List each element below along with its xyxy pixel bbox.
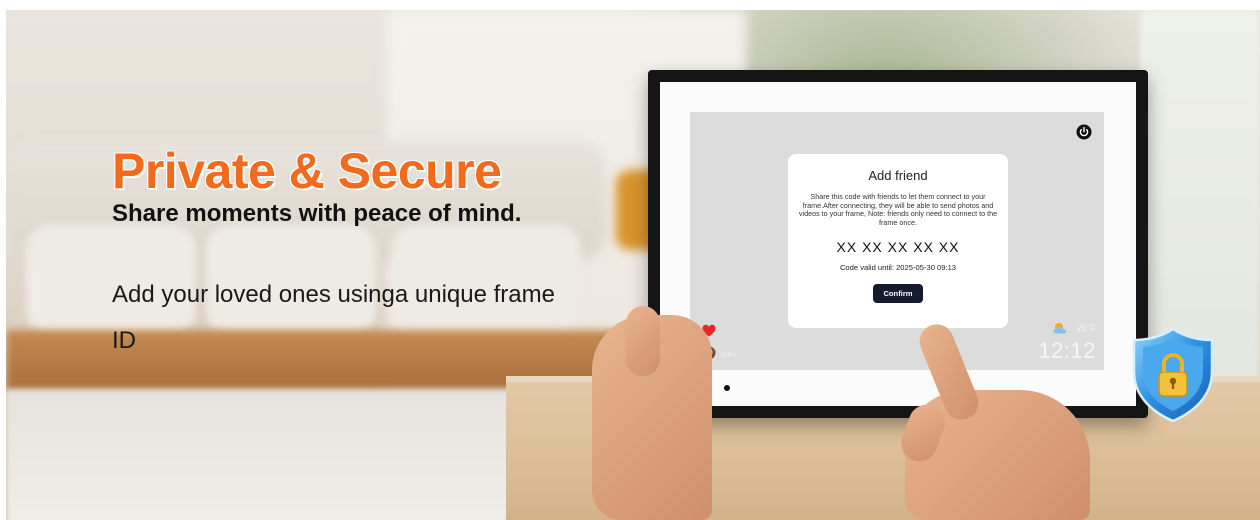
confirm-button[interactable]: Confirm — [873, 284, 923, 304]
temperature-readout: 26°F — [1076, 323, 1096, 333]
code-valid-until: Code valid until: 2025-05-30 09:13 — [839, 263, 957, 273]
add-friend-dialog: Add friend Share this code with friends … — [788, 154, 1008, 328]
left-thumb — [626, 306, 660, 376]
frame-screen: Add friend Share this code with friends … — [690, 112, 1104, 370]
headline-title: Private & Secure — [112, 143, 502, 199]
partly-cloudy-icon — [1053, 323, 1066, 334]
frame-mat: Add friend Share this code with friends … — [660, 82, 1136, 406]
avatar-username: mini — [721, 350, 736, 359]
digital-photo-frame: Add friend Share this code with friends … — [648, 70, 1148, 418]
shield-lock-icon — [1132, 327, 1214, 423]
dialog-description: Share this code with friends to let them… — [798, 192, 998, 227]
dialog-title: Add friend — [868, 168, 928, 183]
headline-body: Add your loved ones usinga unique frame … — [112, 281, 555, 354]
power-icon[interactable] — [1076, 124, 1092, 140]
friend-code: XX XX XX XX XX — [836, 239, 960, 256]
headline-subtitle: Share moments with peace of mind. — [112, 200, 522, 227]
clock-readout: 12:12 — [1038, 338, 1096, 363]
page-indicator-dot — [724, 385, 730, 391]
